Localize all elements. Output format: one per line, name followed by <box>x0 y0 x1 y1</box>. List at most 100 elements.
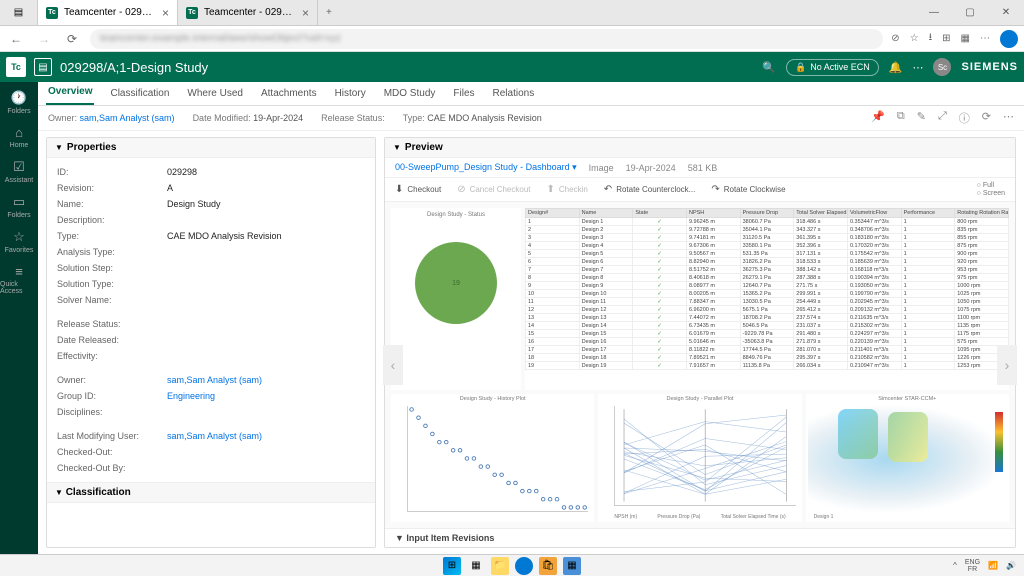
table-row: 19Design 19✓7.91657 m11135.8 Pa266.034 s… <box>526 362 1009 370</box>
property-row: Description: <box>57 212 365 228</box>
edge-icon[interactable] <box>515 557 533 575</box>
rail-folders2[interactable]: ▭Folders <box>7 190 30 223</box>
property-label: Revision: <box>57 183 167 193</box>
close-button[interactable]: ✕ <box>988 0 1024 25</box>
info-icon[interactable]: ⓘ <box>959 110 970 126</box>
open-icon[interactable]: ⤢ <box>938 110 947 126</box>
app-icon[interactable]: ▦ <box>563 557 581 575</box>
tab-relations[interactable]: Relations <box>491 84 537 105</box>
more-icon[interactable]: ⋯ <box>1003 110 1014 126</box>
table-header: Design# <box>526 209 580 218</box>
rail-folders[interactable]: 🕐Folders <box>7 86 30 119</box>
download-icon[interactable]: ⭳ <box>929 30 933 47</box>
browser-system-tab[interactable]: ▤ <box>0 0 38 25</box>
copy-icon[interactable]: ⧉ <box>897 110 905 126</box>
volume-icon[interactable]: 🔊 <box>1006 561 1016 570</box>
teamcenter-favicon: Tc <box>186 7 198 19</box>
collections-icon[interactable]: ▦ <box>961 33 970 44</box>
edit-icon[interactable]: ✎ <box>917 110 926 126</box>
tab-mdo-study[interactable]: MDO Study <box>382 84 438 105</box>
prev-image-button[interactable]: ‹ <box>383 345 403 385</box>
sync-icon[interactable]: ⊘ <box>891 33 899 44</box>
browser-tab-2[interactable]: Tc Teamcenter - 029291/A;1-Desig × <box>178 0 318 25</box>
rail-quick-access[interactable]: ≡Quick Access <box>0 260 38 299</box>
app-header: Tc ▤ 029298/A;1-Design Study 🔍 🔒 No Acti… <box>0 52 1024 82</box>
table-header: Pressure Drop <box>740 209 794 218</box>
property-row: Solution Type: <box>57 276 365 292</box>
minimize-button[interactable]: — <box>916 0 952 25</box>
browser-tab-strip: ▤ Tc Teamcenter - 029298/A;1-Desig × Tc … <box>0 0 1024 26</box>
bell-icon[interactable]: 🔔 <box>889 61 903 74</box>
new-tab-button[interactable]: + <box>318 0 340 25</box>
search-icon[interactable]: 🔍 <box>762 61 776 74</box>
cancel-checkout-button: ⊘Cancel Checkout <box>457 184 530 195</box>
url-input[interactable]: teamcenter.example.internal/aws/showObje… <box>90 29 883 49</box>
rotate-ccw-button[interactable]: ↶Rotate Counterclock... <box>604 184 696 195</box>
table-header: State <box>633 209 687 218</box>
preview-doc-link[interactable]: 00-SweepPump_Design Study - Dashboard ▾ <box>395 162 577 173</box>
owner-link[interactable]: sam,Sam Analyst (sam) <box>80 113 175 123</box>
start-button[interactable]: ⊞ <box>443 557 461 575</box>
user-badge[interactable]: Sc <box>933 58 951 76</box>
language-indicator[interactable]: ENGFR <box>965 559 980 573</box>
close-icon[interactable]: × <box>302 6 309 20</box>
profile-avatar[interactable] <box>1000 30 1018 48</box>
wifi-icon[interactable]: 📶 <box>988 561 998 570</box>
property-label: Checked-Out: <box>57 447 167 457</box>
tab-attachments[interactable]: Attachments <box>259 84 319 105</box>
checkout-button[interactable]: ⬇Checkout <box>395 184 441 195</box>
maximize-button[interactable]: ▢ <box>952 0 988 25</box>
extensions-icon[interactable]: ⊞ <box>942 33 950 44</box>
more-icon[interactable]: ⋯ <box>980 33 990 44</box>
star-icon[interactable]: ☆ <box>910 33 919 44</box>
property-label: Analysis Type: <box>57 247 167 257</box>
property-row: Solver Name: <box>57 292 365 308</box>
refresh-icon[interactable]: ⟳ <box>982 110 991 126</box>
ecn-badge[interactable]: 🔒 No Active ECN <box>786 59 879 76</box>
task-view[interactable]: ▦ <box>467 557 485 575</box>
table-row: 8Design 8✓8.40618 m26279.1 Pa287.388 s0.… <box>526 274 1009 282</box>
pin-icon[interactable]: 📌 <box>871 110 885 126</box>
property-label: Release Status: <box>57 319 167 329</box>
checkin-icon: ⬆ <box>547 184 555 195</box>
more-icon[interactable]: ⋯ <box>912 61 923 74</box>
close-icon[interactable]: × <box>162 6 169 20</box>
browser-tab-1[interactable]: Tc Teamcenter - 029298/A;1-Desig × <box>38 0 178 25</box>
property-row: Analysis Type: <box>57 244 365 260</box>
tab-overview[interactable]: Overview <box>46 82 94 105</box>
preview-panel: ▼Preview 00-SweepPump_Design Study - Das… <box>384 137 1016 548</box>
rail-favorites[interactable]: ☆Favorites <box>5 225 34 258</box>
rail-home[interactable]: ⌂Home <box>10 121 29 153</box>
property-row: Solution Step: <box>57 260 365 276</box>
tray-chevron[interactable]: ^ <box>953 561 957 570</box>
forward-button[interactable]: → <box>34 32 54 46</box>
tab-files[interactable]: Files <box>451 84 476 105</box>
properties-header[interactable]: ▼Properties <box>47 138 375 158</box>
next-image-button[interactable]: › <box>997 345 1017 385</box>
property-row: Last Modifying User:sam,Sam Analyst (sam… <box>57 428 365 444</box>
property-row: Type:CAE MDO Analysis Revision <box>57 228 365 244</box>
chevron-down-icon: ▼ <box>55 143 63 152</box>
preview-header[interactable]: ▼Preview <box>385 138 1015 158</box>
tab-where-used[interactable]: Where Used <box>185 84 245 105</box>
back-button[interactable]: ← <box>6 32 26 46</box>
window-controls: — ▢ ✕ <box>916 0 1024 25</box>
input-item-revisions-header[interactable]: ▼ Input Item Revisions <box>385 528 1015 547</box>
property-label: Group ID: <box>57 391 167 401</box>
teamcenter-logo[interactable]: Tc <box>6 57 26 77</box>
property-value[interactable]: sam,Sam Analyst (sam) <box>167 431 262 441</box>
rail-assistant[interactable]: ☑Assistant <box>5 155 33 188</box>
property-value[interactable]: sam,Sam Analyst (sam) <box>167 375 262 385</box>
store-icon[interactable]: 🛍 <box>539 557 557 575</box>
tab-history[interactable]: History <box>333 84 368 105</box>
tab-classification[interactable]: Classification <box>108 84 171 105</box>
property-value[interactable]: Engineering <box>167 391 215 401</box>
table-row: 16Design 16✓5.01646 m-35063.8 Pa271.879 … <box>526 338 1009 346</box>
simulation-render: Simcenter STAR-CCM+ Design 1 <box>806 394 1009 522</box>
document-icon: ▤ <box>34 58 52 76</box>
refresh-button[interactable]: ⟳ <box>62 32 82 46</box>
explorer-icon[interactable]: 📁 <box>491 557 509 575</box>
rotate-cw-button[interactable]: ↷Rotate Clockwise <box>711 184 785 195</box>
preview-toolbar: ⬇Checkout ⊘Cancel Checkout ⬆Checkin ↶Rot… <box>385 178 1015 202</box>
classification-header[interactable]: ▼ Classification <box>47 482 375 503</box>
